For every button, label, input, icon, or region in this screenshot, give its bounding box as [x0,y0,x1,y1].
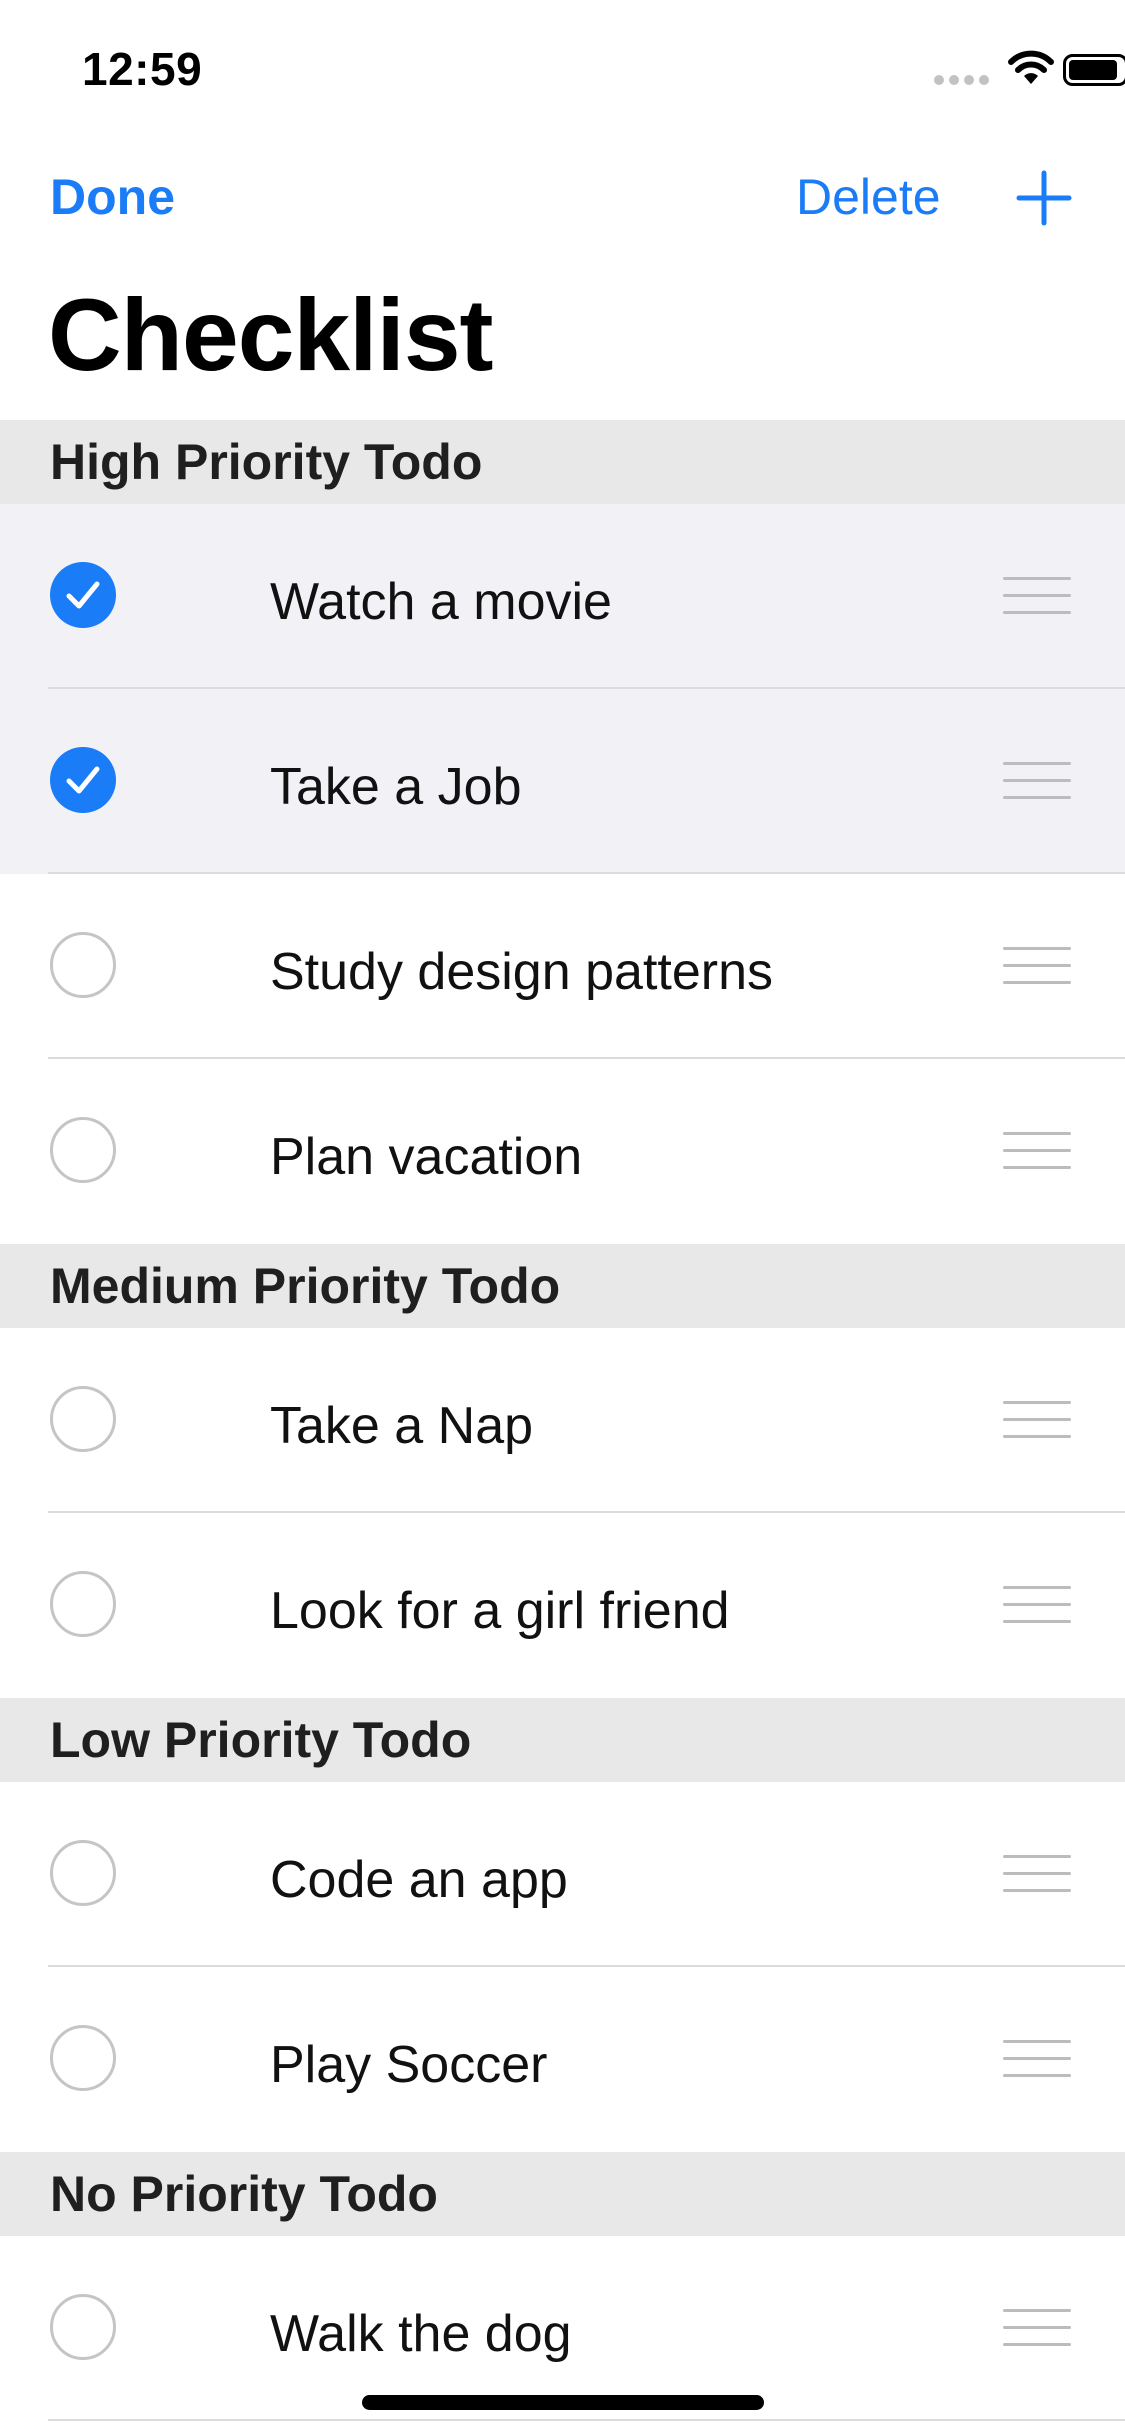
home-indicator[interactable] [362,2395,764,2410]
list-item[interactable]: Take a Nap [0,1328,1125,1513]
reorder-handle-icon[interactable] [1003,1586,1071,1624]
empty-circle-icon[interactable] [50,1840,116,1906]
reorder-handle-icon[interactable] [1003,1855,1071,1893]
list-item[interactable]: Study design patterns [0,874,1125,1059]
empty-circle-icon[interactable] [50,1571,116,1637]
list-item-label: Take a Job [270,758,522,816]
list-item[interactable]: Play Soccer [0,1967,1125,2152]
list-item[interactable]: Code an app [0,1782,1125,1967]
empty-circle-icon[interactable] [50,1386,116,1452]
list-item[interactable]: Walk the dog [0,2236,1125,2421]
reorder-handle-icon[interactable] [1003,762,1071,800]
plus-icon[interactable] [1014,168,1074,228]
reorder-handle-icon[interactable] [1003,1132,1071,1170]
section-header-high: High Priority Todo [0,420,1125,504]
list-item-label: Take a Nap [270,1397,534,1455]
section-header-none: No Priority Todo [0,2152,1125,2236]
list-item-label: Code an app [270,1851,568,1909]
list-item[interactable]: Look for a girl friend [0,1513,1125,1698]
section-header-medium: Medium Priority Todo [0,1244,1125,1328]
delete-button[interactable]: Delete [796,172,941,222]
empty-circle-icon[interactable] [50,1117,116,1183]
checklist-list: High Priority Todo Watch a movie Take a … [0,420,1125,2421]
battery-icon [1063,54,1125,86]
done-button[interactable]: Done [50,172,175,222]
reorder-handle-icon[interactable] [1003,2040,1071,2078]
checkmark-circle-icon[interactable] [50,747,116,813]
signal-dots-icon [934,75,989,85]
section-header-low: Low Priority Todo [0,1698,1125,1782]
empty-circle-icon[interactable] [50,2294,116,2360]
list-item[interactable]: Watch a movie [0,504,1125,689]
wifi-icon [1008,50,1054,84]
reorder-handle-icon[interactable] [1003,2309,1071,2347]
checkmark-circle-icon[interactable] [50,562,116,628]
list-item-label: Play Soccer [270,2036,548,2094]
empty-circle-icon[interactable] [50,2025,116,2091]
list-item-label: Plan vacation [270,1128,583,1186]
list-item[interactable]: Take a Job [0,689,1125,874]
list-item-label: Walk the dog [270,2305,572,2363]
list-item-label: Watch a movie [270,573,612,631]
page-title: Checklist [48,278,494,392]
reorder-handle-icon[interactable] [1003,577,1071,615]
reorder-handle-icon[interactable] [1003,947,1071,985]
list-item-label: Look for a girl friend [270,1582,730,1640]
reorder-handle-icon[interactable] [1003,1401,1071,1439]
status-time: 12:59 [82,43,203,95]
empty-circle-icon[interactable] [50,932,116,998]
list-item[interactable]: Plan vacation [0,1059,1125,1244]
list-item-label: Study design patterns [270,943,773,1001]
